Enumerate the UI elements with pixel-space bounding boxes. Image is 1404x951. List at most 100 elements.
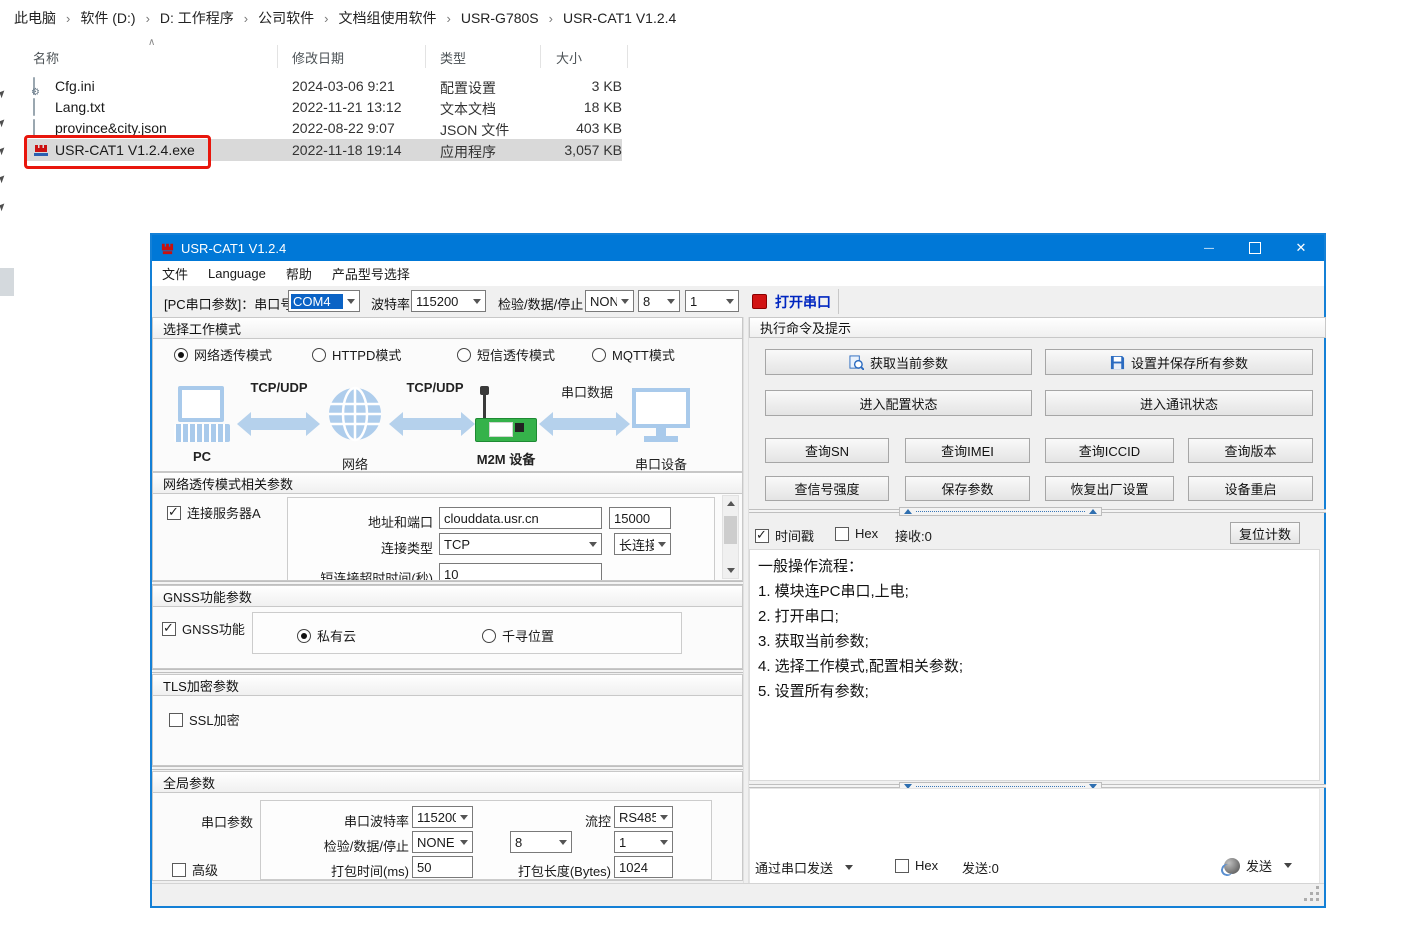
pack-time-input[interactable]: 50 — [412, 856, 473, 878]
open-serial-button[interactable]: 打开串口 — [752, 289, 831, 314]
tls-title: TLS加密参数 — [163, 676, 239, 695]
collapse-up-icon — [904, 509, 912, 514]
serial-data-bits-select[interactable]: 8 — [510, 831, 572, 853]
file-row[interactable]: Lang.txt 2022-11-21 13:12 文本文档 18 KB — [0, 97, 640, 118]
parity-select[interactable]: NONI — [585, 290, 634, 312]
double-arrow-icon — [251, 418, 306, 430]
query-version-button[interactable]: 查询版本 — [1188, 438, 1313, 463]
horizontal-splitter[interactable] — [152, 669, 743, 673]
advanced-checkbox[interactable]: 高级 — [172, 860, 218, 879]
gnss-enable-checkbox[interactable]: GNSS功能 — [162, 619, 245, 638]
breadcrumb-item[interactable]: 此电脑 — [14, 8, 56, 28]
column-header-size[interactable]: 大小 — [556, 48, 582, 67]
command-panel-title: 执行命令及提示 — [760, 318, 851, 337]
network-scrollbar[interactable] — [722, 495, 739, 579]
reset-count-button[interactable]: 复位计数 — [1230, 522, 1300, 544]
menu-help[interactable]: 帮助 — [276, 264, 322, 283]
query-iccid-button[interactable]: 查询ICCID — [1045, 438, 1174, 463]
radio-httpd-mode[interactable]: HTTPD模式 — [312, 345, 401, 364]
data-bits-select[interactable]: 8 — [638, 290, 680, 312]
sort-ascending-icon[interactable]: ∧ — [148, 37, 155, 48]
scrollbar-fragment[interactable] — [0, 268, 14, 296]
query-signal-button[interactable]: 查信号强度 — [765, 476, 889, 501]
maximize-button[interactable] — [1232, 235, 1278, 261]
radio-net-transparent-mode[interactable]: 网络透传模式 — [174, 345, 272, 364]
address-port-label: 地址和端口 — [293, 512, 433, 531]
query-imei-button[interactable]: 查询IMEI — [905, 438, 1030, 463]
scroll-down-icon[interactable] — [723, 563, 738, 578]
radio-private-cloud[interactable]: 私有云 — [297, 626, 356, 645]
serial-parity-select[interactable]: NONE — [412, 831, 473, 853]
radio-sms-mode[interactable]: 短信透传模式 — [457, 345, 555, 364]
query-sn-button[interactable]: 查询SN — [765, 438, 889, 463]
m2m-module-icon — [475, 386, 537, 444]
breadcrumb-item[interactable]: USR-G780S — [461, 10, 539, 26]
column-header-date[interactable]: 修改日期 — [292, 48, 344, 67]
breadcrumb-item[interactable]: 软件 (D:) — [80, 8, 135, 28]
pack-length-input[interactable]: 1024 — [614, 856, 673, 878]
keep-type-select[interactable]: 长连接 — [614, 533, 671, 555]
menu-language[interactable]: Language — [198, 266, 276, 281]
baud-select[interactable]: 115200 — [411, 290, 486, 312]
send-count: 发送:0 — [962, 858, 999, 877]
send-hex-checkbox[interactable]: Hex — [895, 858, 938, 873]
factory-reset-button[interactable]: 恢复出厂设置 — [1045, 476, 1174, 501]
chevron-right-icon: › — [66, 11, 70, 26]
menu-product-model[interactable]: 产品型号选择 — [322, 264, 420, 283]
timestamp-checkbox[interactable]: 时间戳 — [755, 526, 814, 545]
chevron-down-icon — [722, 291, 738, 311]
breadcrumb-item[interactable]: 文档组使用软件 — [338, 8, 436, 28]
resize-grip[interactable] — [1316, 898, 1319, 901]
serial-parity-label: 检验/数据/停止 — [263, 836, 409, 855]
conn-type-select[interactable]: TCP — [439, 533, 602, 555]
horizontal-splitter[interactable] — [152, 766, 743, 770]
server-port-input[interactable]: 15000 — [609, 507, 671, 529]
file-name: province&city.json — [55, 120, 167, 136]
com-port-select[interactable]: COM4 — [288, 290, 360, 312]
radio-icon — [174, 348, 188, 362]
tls-group: TLS加密参数 SSL加密 — [152, 674, 743, 766]
serial-baud-select[interactable]: 115200 — [412, 806, 473, 828]
breadcrumb-item[interactable]: USR-CAT1 V1.2.4 — [563, 10, 676, 26]
minimize-button[interactable] — [1186, 235, 1232, 261]
column-header-name[interactable]: 名称 — [33, 48, 59, 67]
file-name: Cfg.ini — [55, 78, 95, 94]
get-params-button[interactable]: 获取当前参数 — [765, 349, 1032, 375]
close-button[interactable] — [1278, 235, 1324, 261]
link-label: 串口数据 — [555, 382, 619, 401]
short-conn-timeout-label: 短连接超时时间(秒) — [293, 568, 433, 581]
title-bar[interactable]: USR-CAT1 V1.2.4 — [152, 235, 1324, 261]
breadcrumb-item[interactable]: D: 工作程序 — [160, 8, 234, 28]
splitter-handle[interactable] — [899, 507, 1102, 516]
timeout-input[interactable]: 10 — [439, 563, 602, 581]
menu-file[interactable]: 文件 — [152, 264, 198, 283]
server-address-input[interactable]: clouddata.usr.cn — [439, 507, 602, 529]
pack-length-label: 打包长度(Bytes) — [503, 861, 611, 880]
connect-server-a-checkbox[interactable]: 连接服务器A — [167, 503, 261, 522]
scroll-up-icon[interactable] — [723, 496, 738, 511]
device-restart-button[interactable]: 设备重启 — [1188, 476, 1313, 501]
scroll-thumb[interactable] — [724, 516, 737, 544]
radio-qianxun[interactable]: 千寻位置 — [482, 626, 554, 645]
ssl-checkbox[interactable]: SSL加密 — [169, 710, 240, 729]
link-label: TCP/UDP — [405, 380, 465, 395]
enter-comm-button[interactable]: 进入通讯状态 — [1045, 390, 1313, 416]
serial-params-label: 串口参数 — [173, 812, 253, 831]
stop-bits-select[interactable]: 1 — [685, 290, 739, 312]
file-date: 2022-11-21 13:12 — [292, 99, 402, 115]
node-label: 网络 — [327, 454, 383, 472]
breadcrumb-item[interactable]: 公司软件 — [258, 8, 314, 28]
receive-log[interactable]: 一般操作流程： 1. 模块连PC串口,上电; 2. 打开串口; 3. 获取当前参… — [749, 549, 1320, 781]
file-row[interactable]: Cfg.ini 2024-03-06 9:21 配置设置 3 KB — [0, 76, 640, 97]
receive-hex-checkbox[interactable]: Hex — [835, 526, 878, 541]
send-button[interactable]: 发送 — [1224, 856, 1292, 875]
column-header-type[interactable]: 类型 — [440, 48, 466, 67]
chevron-down-icon — [654, 534, 670, 554]
save-params-button[interactable]: 保存参数 — [905, 476, 1030, 501]
flow-control-select[interactable]: RS485 — [614, 806, 673, 828]
radio-mqtt-mode[interactable]: MQTT模式 — [592, 345, 675, 364]
set-save-params-button[interactable]: 设置并保存所有参数 — [1045, 349, 1313, 375]
serial-stop-bits-select[interactable]: 1 — [614, 831, 673, 853]
send-channel-dropdown[interactable]: 通过串口发送 — [755, 858, 853, 877]
enter-config-button[interactable]: 进入配置状态 — [765, 390, 1032, 416]
